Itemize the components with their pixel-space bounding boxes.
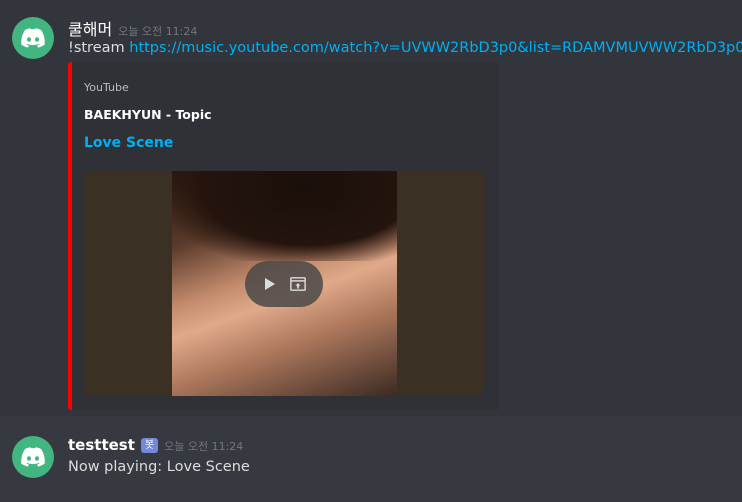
message-content: !stream https://music.youtube.com/watch?… [68, 40, 742, 56]
message-header: testtest 봇 오늘 오전 11:24 [68, 436, 243, 454]
avatar[interactable] [12, 436, 54, 478]
timestamp: 오늘 오전 11:24 [118, 25, 198, 38]
embed-provider[interactable]: YouTube [84, 81, 129, 94]
stream-link[interactable]: https://music.youtube.com/watch?v=UVWW2R… [129, 40, 742, 56]
avatar[interactable] [12, 17, 54, 59]
video-preview[interactable] [84, 171, 484, 396]
youtube-embed: YouTube BAEKHYUN - Topic Love Scene [68, 62, 499, 410]
video-controls [245, 261, 323, 307]
discord-logo-icon [21, 447, 45, 467]
timestamp: 오늘 오전 11:24 [164, 440, 244, 453]
open-external-icon [290, 277, 306, 291]
message-group-1: 쿨해머 오늘 오전 11:24 !stream https://music.yo… [0, 0, 742, 416]
command-text: !stream [68, 40, 130, 56]
play-button[interactable] [262, 276, 278, 292]
discord-logo-icon [21, 28, 45, 48]
open-external-button[interactable] [290, 276, 306, 292]
username[interactable]: testtest [68, 436, 135, 454]
play-icon [265, 278, 275, 290]
message-group-2: testtest 봇 오늘 오전 11:24 Now playing: Love… [0, 416, 742, 502]
message-content: Now playing: Love Scene [68, 459, 250, 475]
username[interactable]: 쿨해머 [68, 16, 112, 40]
embed-title[interactable]: Love Scene [84, 135, 173, 151]
embed-author[interactable]: BAEKHYUN - Topic [84, 107, 212, 122]
bot-tag: 봇 [140, 437, 159, 453]
message-header: 쿨해머 오늘 오전 11:24 [68, 16, 197, 40]
